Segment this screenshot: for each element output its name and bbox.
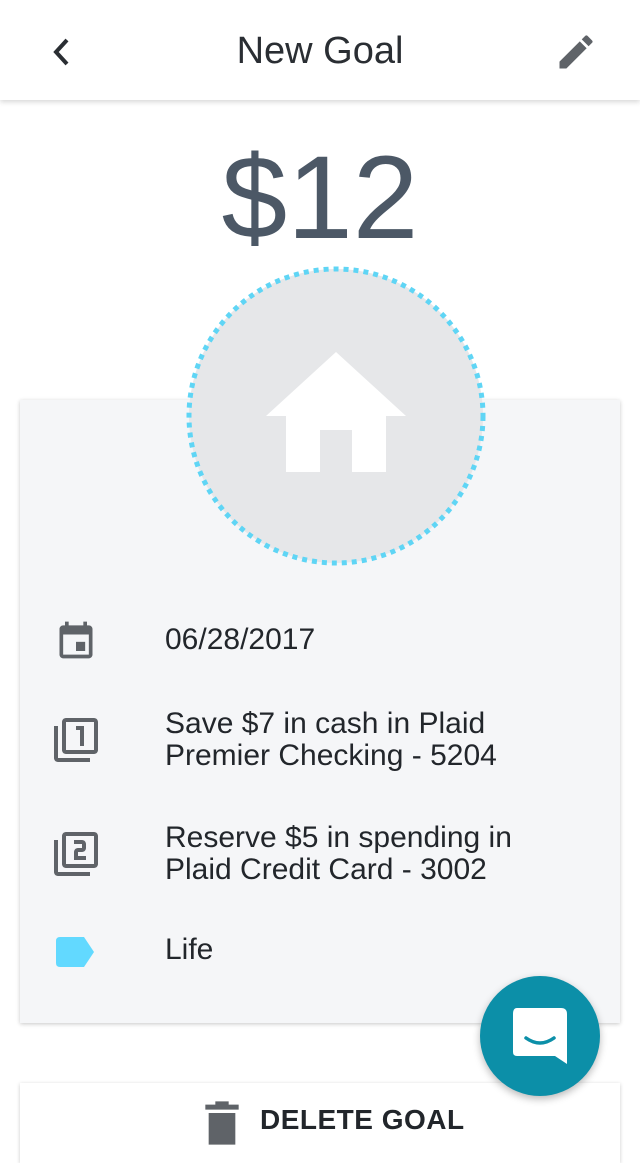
filter-2-icon: [50, 828, 102, 880]
calendar-icon: [50, 614, 102, 666]
step-1-text: Save $7 in cash in Plaid Premier Checkin…: [165, 708, 585, 772]
delete-goal-label: DELETE GOAL: [260, 1104, 465, 1135]
filter-1-icon: [50, 714, 102, 766]
pencil-icon: [559, 35, 593, 69]
chat-smile-icon: [513, 1008, 567, 1064]
step-2-line-2: Plaid Credit Card - 3002: [165, 853, 487, 886]
goal-image-circle[interactable]: [186, 266, 486, 566]
label-tag-icon: [50, 926, 102, 978]
goal-amount: $12: [221, 132, 419, 264]
goal-date: 06/28/2017: [165, 623, 316, 656]
step-2-text: Reserve $5 in spending in Plaid Credit C…: [165, 822, 585, 886]
chat-button[interactable]: [480, 976, 600, 1096]
app-header: New Goal: [0, 0, 640, 100]
chevron-left-icon: [53, 38, 69, 66]
step-2-row[interactable]: Reserve $5 in spending in Plaid Credit C…: [20, 820, 620, 890]
page-title: New Goal: [236, 30, 404, 72]
back-button[interactable]: [30, 20, 94, 84]
goal-category: Life: [165, 933, 214, 966]
step-1-line-1: Save $7 in cash in Plaid: [165, 707, 486, 740]
trash-icon: [205, 1101, 239, 1145]
step-1-line-2: Premier Checking - 5204: [165, 739, 497, 772]
category-row[interactable]: Life: [20, 922, 620, 982]
step-2-line-1: Reserve $5 in spending in: [165, 821, 512, 854]
date-row[interactable]: 06/28/2017: [20, 612, 620, 672]
step-1-row[interactable]: Save $7 in cash in Plaid Premier Checkin…: [20, 706, 620, 776]
edit-button[interactable]: [540, 20, 612, 84]
